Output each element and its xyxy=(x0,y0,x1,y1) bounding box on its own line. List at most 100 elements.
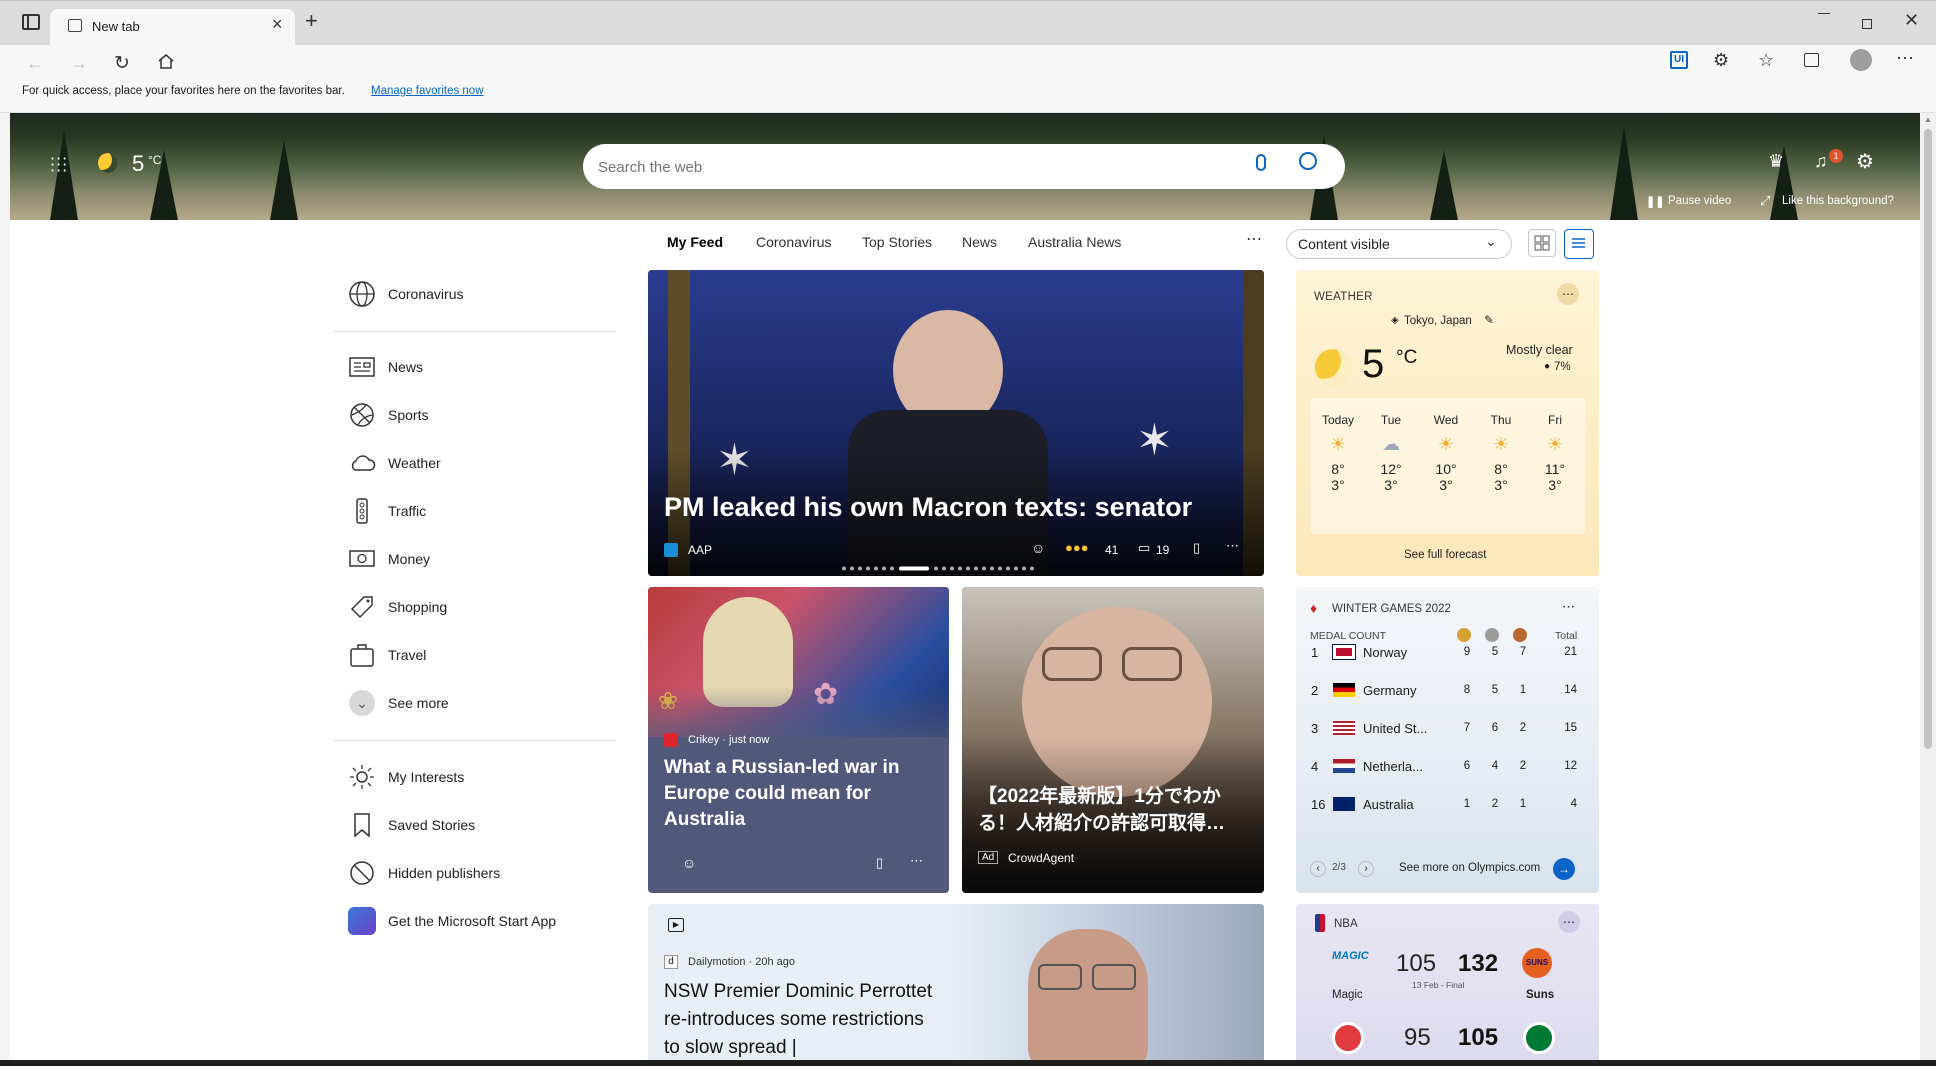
more-options-icon[interactable]: ⋯ xyxy=(1562,599,1575,615)
content-visibility-dropdown[interactable]: Content visible ⌄ xyxy=(1286,229,1512,259)
sidebar-item-travel[interactable]: Travel xyxy=(348,635,426,675)
save-icon[interactable]: ▯ xyxy=(876,855,883,871)
medal-row[interactable]: 1 Norway 9 5 7 21 xyxy=(1311,633,1581,671)
forecast-day[interactable]: Today ☀ 8° 3° xyxy=(1312,413,1364,493)
sidebar-item-shopping[interactable]: Shopping xyxy=(348,587,447,627)
tab-news[interactable]: News xyxy=(962,234,997,250)
settings-icon[interactable]: ⚙ xyxy=(1856,149,1874,174)
medal-row[interactable]: 16 Australia 1 2 1 4 xyxy=(1311,785,1581,823)
extension-ui-icon[interactable]: UI xyxy=(1670,51,1688,69)
sidebar-item-news[interactable]: News xyxy=(348,347,423,387)
list-layout-icon[interactable] xyxy=(1564,229,1594,259)
team2-name[interactable]: Suns xyxy=(1526,989,1554,1001)
manage-favorites-link[interactable]: Manage favorites now xyxy=(371,85,484,97)
react-icon[interactable]: ☺ xyxy=(682,855,696,871)
medal-row[interactable]: 3 United St... 7 6 2 15 xyxy=(1311,709,1581,747)
microphone-icon[interactable] xyxy=(1256,154,1266,171)
tab-australia-news[interactable]: Australia News xyxy=(1028,234,1121,250)
sidebar-item-money[interactable]: Money xyxy=(348,539,430,579)
header-temperature[interactable]: 5 xyxy=(132,151,144,177)
minimize-icon[interactable] xyxy=(1818,13,1830,14)
search-icon[interactable] xyxy=(1299,152,1317,170)
close-window-icon[interactable]: ✕ xyxy=(1904,10,1919,31)
weather-title: WEATHER xyxy=(1314,291,1373,303)
sidebar-item-saved-stories[interactable]: Saved Stories xyxy=(348,805,475,845)
web-search-input[interactable] xyxy=(598,155,1198,179)
sidebar-item-hidden-publishers[interactable]: Hidden publishers xyxy=(348,853,500,893)
forecast-day[interactable]: Tue ☁ 12° 3° xyxy=(1365,413,1417,493)
expand-icon[interactable]: ⤢ xyxy=(1760,193,1770,209)
pause-video-label[interactable]: Pause video xyxy=(1668,195,1731,207)
back-icon[interactable]: ← xyxy=(26,53,44,74)
sidebar-item-traffic[interactable]: Traffic xyxy=(348,491,426,531)
story-card[interactable]: ▶ d Dailymotion · 20h ago NSW Premier Do… xyxy=(648,904,1264,1066)
see-more-olympics-link[interactable]: See more on Olympics.com xyxy=(1399,862,1540,874)
arrow-right-icon[interactable]: → xyxy=(1553,858,1575,880)
story-headline[interactable]: PM leaked his own Macron texts: senator xyxy=(664,492,1192,523)
tab-coronavirus[interactable]: Coronavirus xyxy=(756,234,831,250)
more-options-icon[interactable]: ⋯ xyxy=(910,853,923,869)
sidebar-item-my-interests[interactable]: My Interests xyxy=(348,757,464,797)
story-headline[interactable]: What a Russian-led war in Europe could m… xyxy=(664,755,934,833)
more-options-icon[interactable]: ⋯ xyxy=(1226,538,1239,554)
comment-icon[interactable]: ▭ xyxy=(1138,540,1150,556)
forecast-day[interactable]: Fri ☀ 11° 3° xyxy=(1529,413,1581,493)
tab-close-icon[interactable]: × xyxy=(272,14,283,35)
new-tab-icon[interactable]: + xyxy=(305,8,318,34)
more-menu-icon[interactable]: ⋯ xyxy=(1896,48,1914,69)
pager-prev-icon[interactable]: ‹ xyxy=(1310,861,1326,877)
forward-icon[interactable]: → xyxy=(70,53,88,74)
sidebar-item-weather[interactable]: Weather xyxy=(348,443,441,483)
home-icon[interactable] xyxy=(158,54,174,69)
more-options-icon[interactable]: ⋯ xyxy=(1558,911,1580,933)
sidebar-item-sports[interactable]: Sports xyxy=(348,395,428,435)
like-background-label[interactable]: Like this background? xyxy=(1782,195,1894,207)
apps-grid-icon[interactable]: ⋅⋅⋅ ⋅⋅⋅ ⋅⋅⋅ xyxy=(50,152,68,180)
forecast-day[interactable]: Wed ☀ 10° 3° xyxy=(1420,413,1472,493)
ad-headline[interactable]: 【2022年最新版】1分でわかる！人材紹介の許認可取得… xyxy=(978,783,1253,837)
medal-row[interactable]: 4 Netherla... 6 4 2 12 xyxy=(1311,747,1581,785)
edit-icon[interactable]: ✎ xyxy=(1484,313,1494,327)
grid-layout-icon[interactable] xyxy=(1528,229,1556,257)
pause-icon[interactable]: ❚❚ xyxy=(1646,195,1664,208)
story-source[interactable]: Dailymotion · 20h ago xyxy=(688,956,795,968)
story-source[interactable]: AAP xyxy=(688,543,712,557)
sidebar-item-get-app[interactable]: Get the Microsoft Start App xyxy=(348,901,556,941)
restore-icon[interactable] xyxy=(1862,19,1872,29)
react-icon[interactable]: ☺ xyxy=(1031,540,1045,556)
tab-actions-icon[interactable] xyxy=(22,14,40,30)
sidebar-item-coronavirus[interactable]: Coronavirus xyxy=(348,274,463,314)
collections-icon[interactable] xyxy=(1804,53,1819,67)
story-headline[interactable]: NSW Premier Dominic Perrottet re-introdu… xyxy=(664,978,944,1062)
scroll-up-icon[interactable]: ▲ xyxy=(1924,115,1932,124)
scrollbar[interactable]: ▲ xyxy=(1920,113,1936,1066)
full-forecast-link[interactable]: See full forecast xyxy=(1404,549,1486,561)
forecast-day[interactable]: Thu ☀ 8° 3° xyxy=(1475,413,1527,493)
tab-new-tab[interactable]: New tab × xyxy=(50,9,295,46)
trophy-icon[interactable]: ♛ xyxy=(1768,151,1784,172)
sidebar-item-see-more[interactable]: ⌄ See more xyxy=(348,683,449,723)
story-source[interactable]: Crikey · just now xyxy=(688,734,769,746)
extensions-icon[interactable]: ⚙ xyxy=(1713,50,1729,71)
team1-name[interactable]: Magic xyxy=(1332,989,1363,1001)
scrollbar-thumb[interactable] xyxy=(1924,129,1932,749)
nba-card[interactable]: NBA ⋯ MAGIC Magic 105 132 13 Feb - Final… xyxy=(1296,904,1599,1066)
favorites-icon[interactable]: ☆ xyxy=(1758,50,1774,71)
more-options-icon[interactable]: ⋯ xyxy=(1557,283,1579,305)
ad-card[interactable]: 【2022年最新版】1分でわかる！人材紹介の許認可取得… Ad CrowdAge… xyxy=(962,587,1264,893)
profile-avatar[interactable] xyxy=(1850,49,1872,71)
web-search-box[interactable] xyxy=(583,144,1345,189)
carousel-indicator[interactable] xyxy=(841,566,1061,571)
save-icon[interactable]: ▯ xyxy=(1193,540,1200,556)
refresh-icon[interactable]: ↻ xyxy=(114,52,130,75)
tab-top-stories[interactable]: Top Stories xyxy=(862,234,932,250)
tab-my-feed[interactable]: My Feed xyxy=(667,234,723,250)
pager-next-icon[interactable]: › xyxy=(1358,861,1374,877)
weather-location[interactable]: Tokyo, Japan xyxy=(1404,315,1472,327)
advertiser-name[interactable]: CrowdAgent xyxy=(1008,851,1074,865)
notifications-icon[interactable]: ♫ xyxy=(1814,151,1828,172)
more-tabs-icon[interactable]: ⋯ xyxy=(1246,229,1262,249)
hero-story-card[interactable]: ✶ ✶ PM leaked his own Macron texts: sena… xyxy=(648,270,1264,576)
medal-row[interactable]: 2 Germany 8 5 1 14 xyxy=(1311,671,1581,709)
story-card[interactable]: ✿ ❀ Crikey · just now What a Russian-led… xyxy=(648,587,949,893)
